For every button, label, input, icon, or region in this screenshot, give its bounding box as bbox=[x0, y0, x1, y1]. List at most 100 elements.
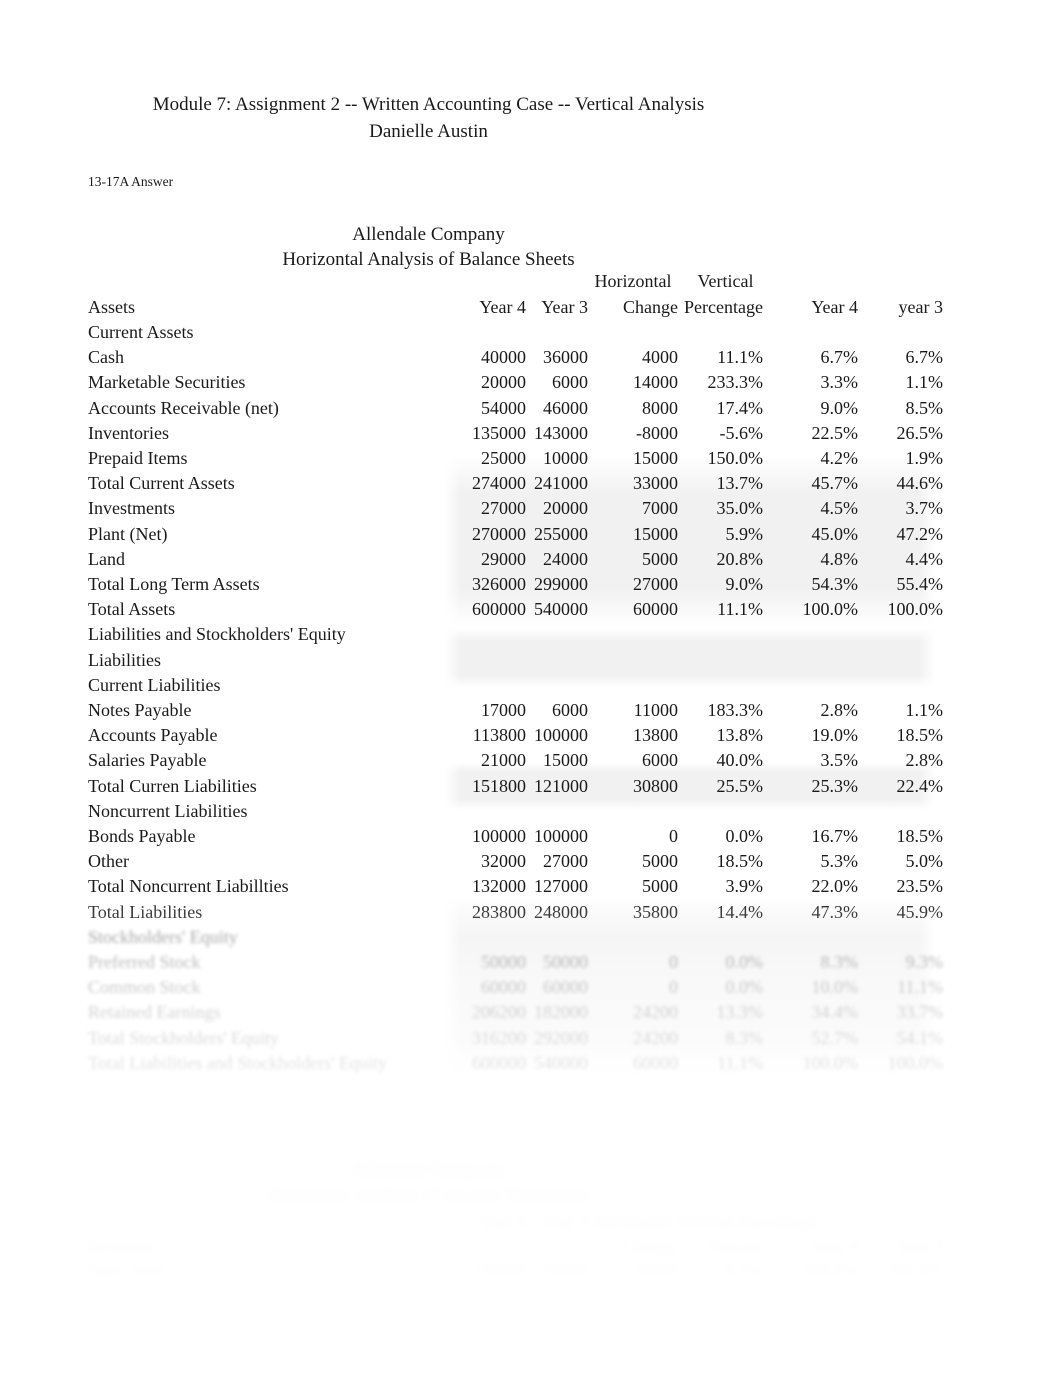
cell-vertical-year3: 8.5% bbox=[905, 397, 944, 418]
cell-change: 13800 bbox=[633, 725, 678, 746]
cell-percentage: 11.1% bbox=[717, 347, 763, 368]
cell-vertical-year4: 4.2% bbox=[820, 448, 859, 469]
cell-year3 bbox=[526, 622, 588, 647]
row-label: Common Stock bbox=[88, 977, 201, 998]
cell-percentage: 25.5% bbox=[716, 775, 764, 796]
cell-vertical-year3 bbox=[858, 622, 943, 647]
cell-percentage bbox=[678, 673, 763, 698]
row-label: Total Current Assets bbox=[88, 473, 235, 494]
balance-sheet-group-header-table: Horizontal Vertical bbox=[88, 268, 773, 294]
cell-year3: 20000 bbox=[543, 498, 588, 519]
cell-year3: 6000 bbox=[552, 372, 588, 393]
cell-year4: 100000 bbox=[472, 826, 526, 847]
row-label: Total Long Term Assets bbox=[88, 574, 260, 595]
cell-change: 15000 bbox=[633, 448, 678, 469]
group-header-spacer-y3 bbox=[526, 268, 588, 294]
cell-vertical-year4 bbox=[763, 320, 858, 345]
cell-year3: 100000 bbox=[534, 725, 588, 746]
cell-vertical-year4 bbox=[763, 648, 858, 673]
cell-change: 6000 bbox=[642, 750, 678, 771]
cell-percentage: 0.0% bbox=[725, 826, 764, 847]
income-statement-group-header-table: Year 4 Year 3 Horizontal Vertical Percen… bbox=[88, 1208, 817, 1234]
cell-change bbox=[588, 925, 678, 950]
row-label: Accounts Receivable (net) bbox=[88, 397, 279, 418]
cell-year3: 540000 bbox=[534, 1052, 588, 1073]
row-label: Total Liabilities and Stockholders' Equi… bbox=[88, 1052, 387, 1073]
cell-vertical-year4: 34.4% bbox=[811, 1002, 859, 1023]
cell-vertical-year4: 10.0% bbox=[811, 977, 859, 998]
income-statement-statement-title: Horizontal Analysis of Income Statements bbox=[267, 1185, 590, 1206]
cell-percentage bbox=[678, 799, 763, 824]
cell-vertical-year3: 23.5% bbox=[896, 876, 944, 897]
cell-vertical-year4 bbox=[763, 673, 858, 698]
table-row: Current Assets bbox=[88, 320, 943, 345]
cell-percentage: 13.7% bbox=[716, 473, 764, 494]
cell-vertical-year3 bbox=[858, 320, 943, 345]
cell-vertical-year3: 47.2% bbox=[896, 523, 944, 544]
cell-percentage: 0.0% bbox=[725, 952, 764, 973]
table-row: Prepaid Items 25000 10000 15000 150.0% 4.2% 1.… bbox=[88, 446, 943, 471]
cell-percentage: -5.6% bbox=[719, 422, 764, 443]
row-label: Preferred Stock bbox=[88, 952, 201, 973]
cell-vertical-year4: 47.3% bbox=[811, 901, 859, 922]
cell-year3: 27000 bbox=[543, 851, 588, 872]
table-row: Inventories 135000 143000 -8000 -5.6% 22.5% 26… bbox=[88, 421, 943, 446]
cell-year3: 60000 bbox=[543, 977, 588, 998]
cell-vertical-year3: 54.1% bbox=[896, 1027, 944, 1048]
cell-percentage: 9.5% bbox=[725, 1260, 764, 1280]
cell-change: 15000 bbox=[633, 523, 678, 544]
table-row: Total Liabilities 283800 248000 35800 14.4% 4… bbox=[88, 900, 943, 925]
income-statement-column-header-table: Revenues Change Percent Year 4 Year 3 bbox=[88, 1234, 943, 1260]
row-label: Bonds Payable bbox=[88, 826, 196, 847]
table-row: Notes Payable 17000 6000 11000 183.3% 2.8% 1.1… bbox=[88, 698, 943, 723]
cell-year4: 29000 bbox=[481, 548, 526, 569]
table-row: Land 29000 24000 5000 20.8% 4.8% 4.4% bbox=[88, 547, 943, 572]
cell-percentage bbox=[678, 320, 763, 345]
table-row: Other 32000 27000 5000 18.5% 5.3% 5.0% bbox=[88, 849, 943, 874]
cell-vertical-year4: 100.0% bbox=[802, 599, 859, 620]
cell-vertical-year4: 100.0% bbox=[802, 1260, 859, 1280]
table-row: Total Curren Liabilities 151800 121000 3080… bbox=[88, 774, 943, 799]
cell-year4: 20000 bbox=[481, 372, 526, 393]
is-column-header-percent: Percent bbox=[709, 1237, 763, 1257]
cell-vertical-year3: 33.7% bbox=[896, 1002, 944, 1023]
row-label: Noncurrent Liabilities bbox=[88, 800, 248, 821]
group-header-spacer-y4 bbox=[448, 268, 526, 294]
is-group-header-spacer bbox=[88, 1208, 448, 1234]
cell-year3: 100000 bbox=[534, 826, 588, 847]
cell-vertical-year4 bbox=[763, 799, 858, 824]
cell-year4: 132000 bbox=[472, 876, 526, 897]
cell-vertical-year4: 100.0% bbox=[802, 1052, 859, 1073]
cell-year3: 292000 bbox=[534, 1027, 588, 1048]
cell-change: 35800 bbox=[633, 901, 678, 922]
cell-year4: 60000 bbox=[481, 977, 526, 998]
cell-vertical-year4 bbox=[763, 622, 858, 647]
is-group-header-horizontal: Horizontal bbox=[594, 1211, 672, 1231]
cell-change: 24200 bbox=[633, 1027, 678, 1048]
cell-year4: 54000 bbox=[481, 397, 526, 418]
cell-year4: 600000 bbox=[472, 599, 526, 620]
is-group-header-vertical: Vertical Percentage bbox=[678, 1211, 818, 1231]
row-label: Plant (Net) bbox=[88, 523, 168, 544]
document-page: Module 7: Assignment 2 -- Written Accoun… bbox=[0, 0, 1062, 1377]
cell-percentage: 0.0% bbox=[725, 977, 764, 998]
row-label: Other bbox=[88, 851, 129, 872]
cell-year3: 255000 bbox=[534, 523, 588, 544]
cell-year4 bbox=[448, 320, 526, 345]
table-row: Total Long Term Assets 326000 299000 27000 9… bbox=[88, 572, 943, 597]
is-header-spacer-y4 bbox=[448, 1234, 526, 1260]
cell-percentage: 13.8% bbox=[716, 725, 764, 746]
cell-change: 0 bbox=[669, 952, 678, 973]
cell-change bbox=[588, 320, 678, 345]
cell-year3: 127000 bbox=[534, 876, 588, 897]
cell-vertical-year3: 100.0% bbox=[887, 599, 944, 620]
table-row: Preferred Stock 50000 50000 0 0.0% 8.3% 9.3% bbox=[88, 950, 943, 975]
table-row: Retained Earnings 206200 182000 24200 13.3% 3… bbox=[88, 1000, 943, 1025]
cell-change: -8000 bbox=[636, 422, 678, 443]
cell-year4: 17000 bbox=[481, 700, 526, 721]
cell-vertical-year4: 8.3% bbox=[820, 952, 859, 973]
cell-percentage bbox=[678, 622, 763, 647]
balance-sheet-column-header-table: Assets Year 4 Year 3 Change Percentage Y… bbox=[88, 294, 943, 320]
cell-vertical-year4: 9.0% bbox=[820, 397, 859, 418]
column-header-assets: Assets bbox=[88, 297, 136, 317]
